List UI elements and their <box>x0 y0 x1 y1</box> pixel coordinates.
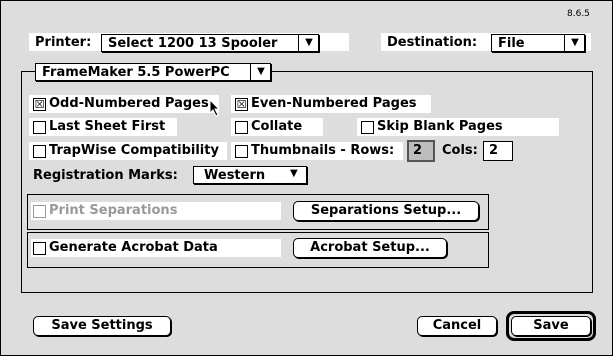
registration-marks-value: Western <box>204 168 266 183</box>
print-separations-checkbox[interactable] <box>33 205 46 218</box>
save-button[interactable]: Save <box>511 316 591 336</box>
acrobat-setup-button[interactable]: Acrobat Setup... <box>293 238 447 258</box>
chevron-down-icon: ▼ <box>290 168 298 179</box>
trapwise-label: TrapWise Compatibility <box>49 143 219 158</box>
odd-pages-label: Odd-Numbered Pages <box>49 96 209 111</box>
generate-acrobat-checkbox[interactable] <box>33 242 46 255</box>
thumbnail-cols-field[interactable]: 2 <box>483 141 513 161</box>
print-separations-label: Print Separations <box>49 203 178 218</box>
separations-setup-button[interactable]: Separations Setup... <box>293 201 479 221</box>
skip-blank-pages-checkbox[interactable] <box>361 121 374 134</box>
chevron-down-icon: ▼ <box>250 64 271 80</box>
plugin-popup-value: FrameMaker 5.5 PowerPC <box>42 65 230 80</box>
printer-label: Printer: <box>35 35 92 50</box>
chevron-down-icon: ▼ <box>564 35 585 51</box>
thumbnail-rows-field[interactable]: 2 <box>407 140 435 162</box>
mouse-cursor-icon <box>209 99 221 117</box>
plugin-popup[interactable]: FrameMaker 5.5 PowerPC ▼ <box>35 63 271 81</box>
chevron-down-icon: ▼ <box>298 35 319 51</box>
thumbnails-label: Thumbnails - Rows: <box>251 143 395 158</box>
destination-popup[interactable]: File ▼ <box>491 34 585 52</box>
thumbnails-checkbox[interactable] <box>235 145 248 158</box>
generate-acrobat-label: Generate Acrobat Data <box>49 240 218 255</box>
destination-popup-value: File <box>498 36 525 51</box>
print-dialog: 8.6.5 Printer: Select 1200 13 Spooler ▼ … <box>0 0 613 356</box>
printer-popup-value: Select 1200 13 Spooler <box>108 36 278 51</box>
collate-checkbox[interactable] <box>235 121 248 134</box>
registration-marks-label: Registration Marks: <box>33 168 178 183</box>
odd-pages-checkbox[interactable]: ☒ <box>33 98 46 111</box>
trapwise-checkbox[interactable] <box>33 145 46 158</box>
destination-label: Destination: <box>387 35 478 50</box>
printer-popup[interactable]: Select 1200 13 Spooler ▼ <box>101 34 319 52</box>
version-label: 8.6.5 <box>567 9 590 19</box>
last-sheet-first-label: Last Sheet First <box>49 119 166 134</box>
save-settings-button[interactable]: Save Settings <box>33 316 171 336</box>
even-pages-label: Even-Numbered Pages <box>251 96 417 111</box>
registration-marks-popup[interactable]: Western ▼ <box>193 166 307 184</box>
even-pages-checkbox[interactable]: ☒ <box>235 98 248 111</box>
thumbnail-cols-label: Cols: <box>442 143 478 158</box>
collate-label: Collate <box>251 119 303 134</box>
skip-blank-pages-label: Skip Blank Pages <box>377 119 503 134</box>
cancel-button[interactable]: Cancel <box>417 316 497 336</box>
last-sheet-first-checkbox[interactable] <box>33 121 46 134</box>
